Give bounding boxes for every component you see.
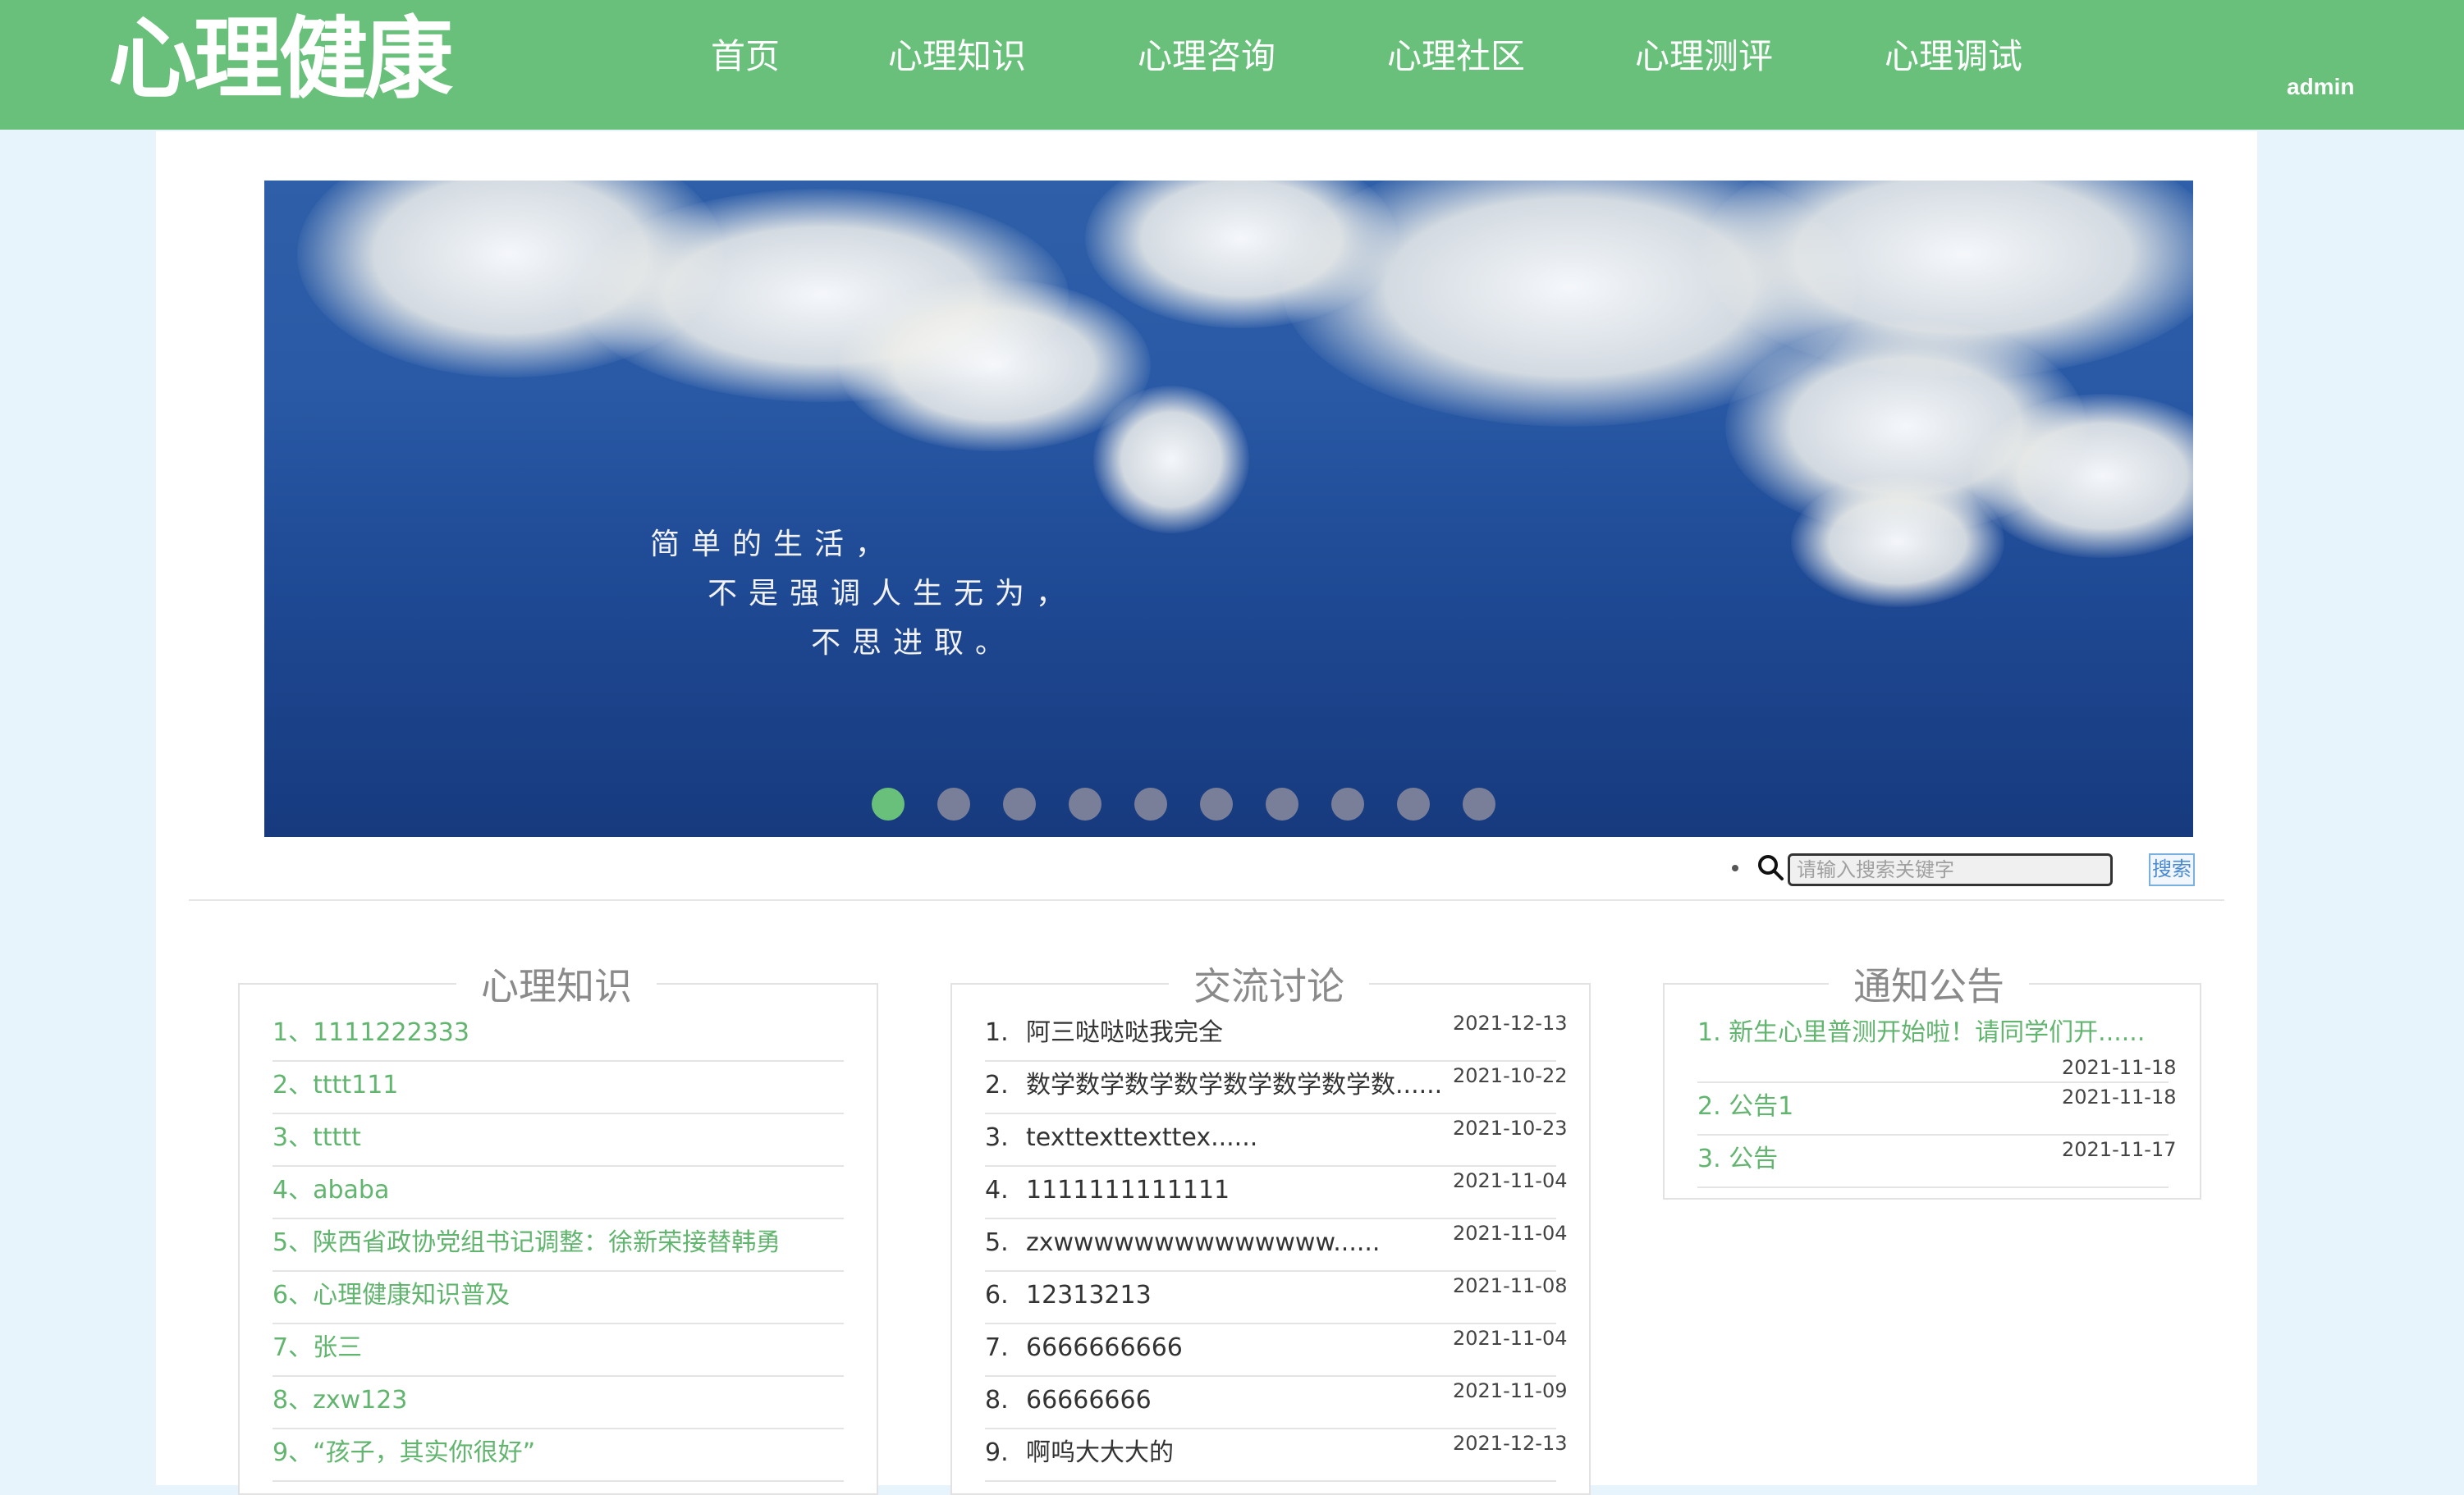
item-date: 2021-12-13	[1453, 1012, 1568, 1035]
carousel-dot[interactable]	[1331, 788, 1364, 821]
item-index: 7.	[985, 1333, 1009, 1362]
banner-poem-line: 简单的生活，	[650, 528, 897, 561]
discussion-panel: 交流讨论 1. 阿三哒哒哒我完全 2021-12-13 2. 数学数学数学数学数…	[950, 957, 1591, 1495]
notice-title: 2. 公告1	[1697, 1092, 1794, 1121]
item-title: texttexttexttex......	[1026, 1123, 1258, 1152]
search-button[interactable]: 搜索	[2149, 853, 2195, 886]
nav-item-adjust[interactable]: 心理调试	[1885, 31, 2022, 82]
item-index: 1.	[985, 1018, 1009, 1047]
item-index: 8.	[985, 1386, 1009, 1415]
item-date: 2021-12-13	[1453, 1432, 1568, 1455]
discussion-item[interactable]: 9. 啊呜大大大的 2021-12-13	[985, 1429, 1567, 1482]
item-index: 5.	[985, 1228, 1009, 1257]
site-logo[interactable]: 心理健康	[108, 7, 453, 113]
carousel-dot-active[interactable]	[872, 788, 905, 821]
carousel-dot[interactable]	[1003, 788, 1036, 821]
item-title: 66666666	[1026, 1386, 1152, 1415]
item-title: 12313213	[1026, 1281, 1152, 1310]
item-index: 3.	[985, 1123, 1009, 1152]
knowledge-item[interactable]: 7、张三	[273, 1324, 844, 1377]
notice-date: 2021-11-18	[2062, 1086, 2177, 1109]
panel-title: 心理知识	[456, 957, 657, 1011]
notice-title: 3. 公告	[1697, 1145, 1779, 1173]
item-date: 2021-10-22	[1453, 1064, 1568, 1087]
nav-item-assessment[interactable]: 心理测评	[1635, 31, 1773, 82]
item-index: 4.	[985, 1176, 1009, 1205]
banner-carousel[interactable]: 简单的生活， 不是强调人生无为， 不思进取。	[264, 181, 2193, 837]
item-date: 2021-11-04	[1453, 1222, 1568, 1245]
search-input[interactable]	[1788, 853, 2113, 886]
panel-title: 交流讨论	[1169, 957, 1369, 1011]
item-index: 2.	[985, 1071, 1009, 1100]
item-title: 数学数学数学数学数学数学数学数......	[1026, 1071, 1443, 1100]
search-icon	[1758, 855, 1784, 880]
notices-panel: 通知公告 1. 新生心里普测开始啦！请同学们开...... 2021-11-18…	[1663, 957, 2201, 1200]
knowledge-panel: 心理知识 1、1111222333 2、tttt111 3、ttttt 4、ab…	[238, 957, 878, 1495]
top-header: 心理健康 首页 心理知识 心理咨询 心理社区 心理测评 心理调试 admin	[0, 0, 2464, 130]
nav-item-consult[interactable]: 心理咨询	[1138, 31, 1276, 82]
knowledge-item[interactable]: 9、“孩子，其实你很好”	[273, 1429, 844, 1482]
item-date: 2021-11-09	[1453, 1379, 1568, 1402]
item-date: 2021-11-08	[1453, 1274, 1568, 1297]
notice-date: 2021-11-17	[2062, 1138, 2177, 1161]
item-index: 6.	[985, 1281, 1009, 1310]
item-title: 6666666666	[1026, 1333, 1183, 1362]
nav-item-community[interactable]: 心理社区	[1387, 31, 1525, 82]
banner-poem-line: 不思进取。	[811, 626, 1017, 660]
knowledge-item[interactable]: 1、1111222333	[273, 1009, 844, 1062]
notice-item[interactable]: 1. 新生心里普测开始啦！请同学们开...... 2021-11-18	[1697, 1009, 2176, 1083]
knowledge-item[interactable]: 4、ababa	[273, 1167, 844, 1219]
item-date: 2021-10-23	[1453, 1117, 1568, 1140]
carousel-dot[interactable]	[1069, 788, 1101, 821]
item-index: 9.	[985, 1438, 1009, 1467]
carousel-dot[interactable]	[1134, 788, 1167, 821]
panel-title: 通知公告	[1829, 957, 2029, 1011]
carousel-dot[interactable]	[1397, 788, 1430, 821]
nav-item-home[interactable]: 首页	[711, 31, 780, 82]
knowledge-item[interactable]: 3、ttttt	[273, 1114, 844, 1167]
divider	[189, 899, 2224, 901]
notice-item[interactable]: 3. 公告 2021-11-17	[1697, 1136, 2176, 1188]
carousel-dot[interactable]	[937, 788, 970, 821]
knowledge-item[interactable]: 2、tttt111	[273, 1062, 844, 1114]
banner-poem-line: 不是强调人生无为，	[708, 577, 1078, 610]
cloud-shape	[1791, 476, 2004, 607]
notice-title: 1. 新生心里普测开始啦！请同学们开......	[1697, 1018, 2146, 1047]
carousel-dot[interactable]	[1463, 788, 1495, 821]
knowledge-item[interactable]: 8、zxw123	[273, 1377, 844, 1429]
user-name[interactable]: admin	[2287, 74, 2354, 100]
carousel-dot[interactable]	[1200, 788, 1233, 821]
item-title: zxwwwwwwwwwwwwww......	[1026, 1228, 1381, 1257]
knowledge-item[interactable]: 6、心理健康知识普及	[273, 1272, 844, 1324]
cloud-shape	[1093, 386, 1249, 533]
knowledge-item[interactable]: 5、陕西省政协党组书记调整：徐新荣接替韩勇	[273, 1219, 844, 1272]
item-title: 啊呜大大大的	[1026, 1438, 1174, 1467]
carousel-dot[interactable]	[1266, 788, 1298, 821]
bullet-dot	[1732, 865, 1738, 871]
item-date: 2021-11-04	[1453, 1169, 1568, 1192]
item-title: 1111111111111	[1026, 1176, 1230, 1205]
item-date: 2021-11-04	[1453, 1327, 1568, 1350]
nav-item-knowledge[interactable]: 心理知识	[888, 31, 1026, 82]
item-title: 阿三哒哒哒我完全	[1026, 1018, 1223, 1047]
